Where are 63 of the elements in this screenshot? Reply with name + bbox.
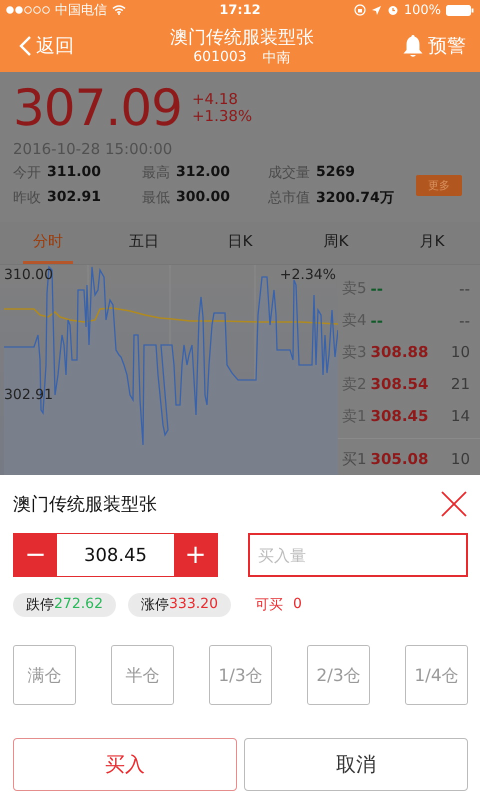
order-volume: -- bbox=[459, 280, 470, 298]
period-tab[interactable]: 五日 bbox=[96, 222, 192, 264]
decrease-button[interactable]: − bbox=[14, 534, 57, 576]
stat-value: 5269 bbox=[316, 164, 355, 182]
order-price: 308.88 bbox=[370, 343, 428, 362]
available-value: 0 bbox=[293, 596, 302, 614]
quantity-field[interactable]: 买入量 bbox=[248, 533, 468, 577]
order-volume: 10 bbox=[450, 450, 470, 468]
order-title: 澳门传统服装型张 bbox=[13, 493, 157, 516]
position-button[interactable]: 满仓 bbox=[13, 645, 76, 705]
rotation-lock-icon bbox=[354, 4, 366, 16]
percent-change: +1.38% bbox=[192, 108, 252, 125]
current-price: 307.09 bbox=[13, 79, 182, 137]
order-price: -- bbox=[370, 312, 383, 330]
stock-code: 601003 bbox=[193, 49, 247, 67]
position-button[interactable]: 半仓 bbox=[111, 645, 174, 705]
position-button[interactable]: 1/3仓 bbox=[209, 645, 272, 705]
order-volume: 21 bbox=[450, 375, 470, 394]
stat-value: 300.00 bbox=[176, 189, 230, 207]
chip-value: 272.62 bbox=[54, 596, 103, 614]
axis-label: +2.34% bbox=[280, 267, 336, 283]
position-button[interactable]: 2/3仓 bbox=[307, 645, 370, 705]
period-tab[interactable]: 周K bbox=[288, 222, 384, 264]
order-volume: 10 bbox=[450, 343, 470, 362]
battery-icon bbox=[446, 4, 474, 16]
alarm-clock-icon bbox=[386, 4, 399, 16]
stat-value: 312.00 bbox=[176, 164, 230, 182]
stat-value: 302.91 bbox=[47, 189, 102, 207]
bell-icon bbox=[402, 34, 424, 58]
price-change: +4.18 bbox=[192, 91, 239, 108]
order-volume: -- bbox=[459, 312, 470, 330]
order-price: 305.08 bbox=[370, 450, 428, 468]
position-button[interactable]: 1/4仓 bbox=[405, 645, 468, 705]
signal-icon bbox=[6, 6, 50, 14]
alert-button[interactable]: 预警 bbox=[376, 33, 466, 59]
period-tab[interactable]: 日K bbox=[192, 222, 288, 264]
carrier-name: 中国电信 bbox=[55, 2, 107, 19]
order-price: -- bbox=[370, 280, 383, 298]
battery-percent: 100% bbox=[404, 2, 442, 18]
order-volume: 14 bbox=[450, 407, 470, 426]
buy-button[interactable]: 买入 bbox=[13, 738, 237, 791]
stock-name: 中南 bbox=[262, 49, 291, 67]
wifi-icon bbox=[112, 5, 126, 15]
chip-label: 跌停 bbox=[26, 596, 54, 614]
chip-value: 333.20 bbox=[169, 596, 218, 614]
order-price: 308.45 bbox=[370, 407, 428, 426]
stock-title: 澳门传统服装型张 bbox=[170, 26, 314, 49]
close-button[interactable] bbox=[440, 490, 468, 518]
back-button[interactable]: 返回 bbox=[18, 33, 108, 59]
cancel-button[interactable]: 取消 bbox=[244, 738, 468, 791]
location-arrow-icon bbox=[370, 4, 382, 16]
increase-button[interactable]: + bbox=[174, 534, 217, 576]
back-chevron-icon bbox=[18, 35, 32, 57]
stat-value: 311.00 bbox=[47, 164, 102, 182]
available-label: 可买 bbox=[255, 596, 283, 614]
order-price: 308.54 bbox=[370, 375, 428, 394]
chip-label: 涨停 bbox=[141, 596, 169, 614]
price-value: 308.45 bbox=[83, 544, 148, 568]
price-stepper[interactable]: − 308.45 + bbox=[13, 533, 218, 577]
clock-time: 17:12 bbox=[219, 2, 261, 18]
period-tab[interactable]: 月K bbox=[384, 222, 480, 264]
close-icon bbox=[440, 490, 468, 518]
stat-value: 3200.74万 bbox=[316, 189, 394, 207]
